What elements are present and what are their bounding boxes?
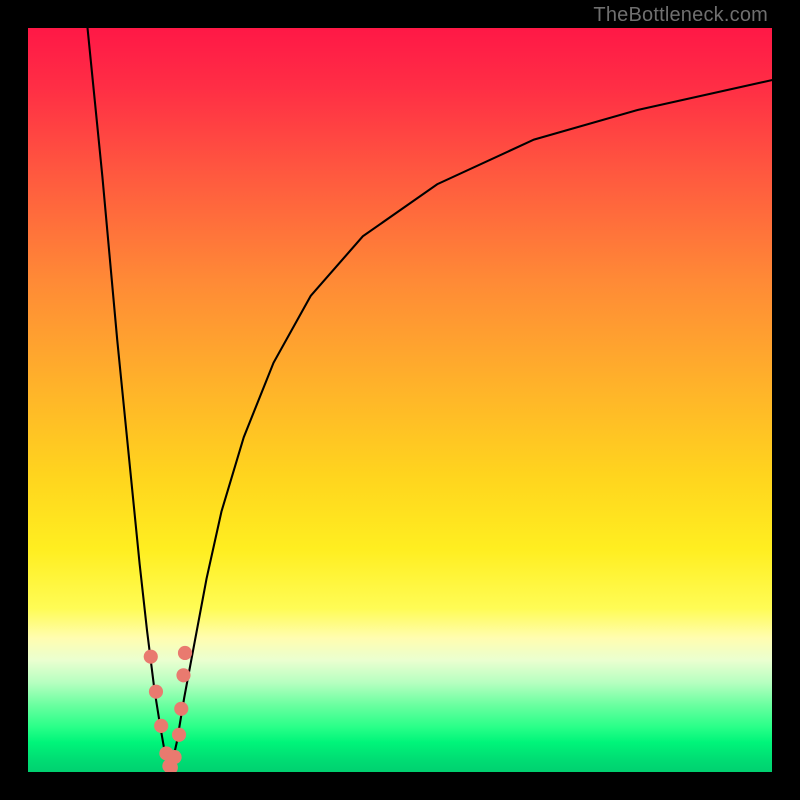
data-marker (172, 728, 186, 742)
data-marker (174, 702, 188, 716)
watermark-text: TheBottleneck.com (593, 4, 768, 27)
data-marker (176, 668, 190, 682)
chart-frame: TheBottleneck.com (0, 0, 800, 800)
curves-layer (28, 28, 772, 772)
data-marker (178, 646, 192, 660)
data-marker (149, 685, 163, 699)
data-marker (154, 719, 168, 733)
curve-left-branch (88, 28, 171, 772)
curve-right-branch (170, 80, 772, 772)
data-marker (144, 650, 158, 664)
data-marker (168, 750, 182, 764)
plot-area (28, 28, 772, 772)
